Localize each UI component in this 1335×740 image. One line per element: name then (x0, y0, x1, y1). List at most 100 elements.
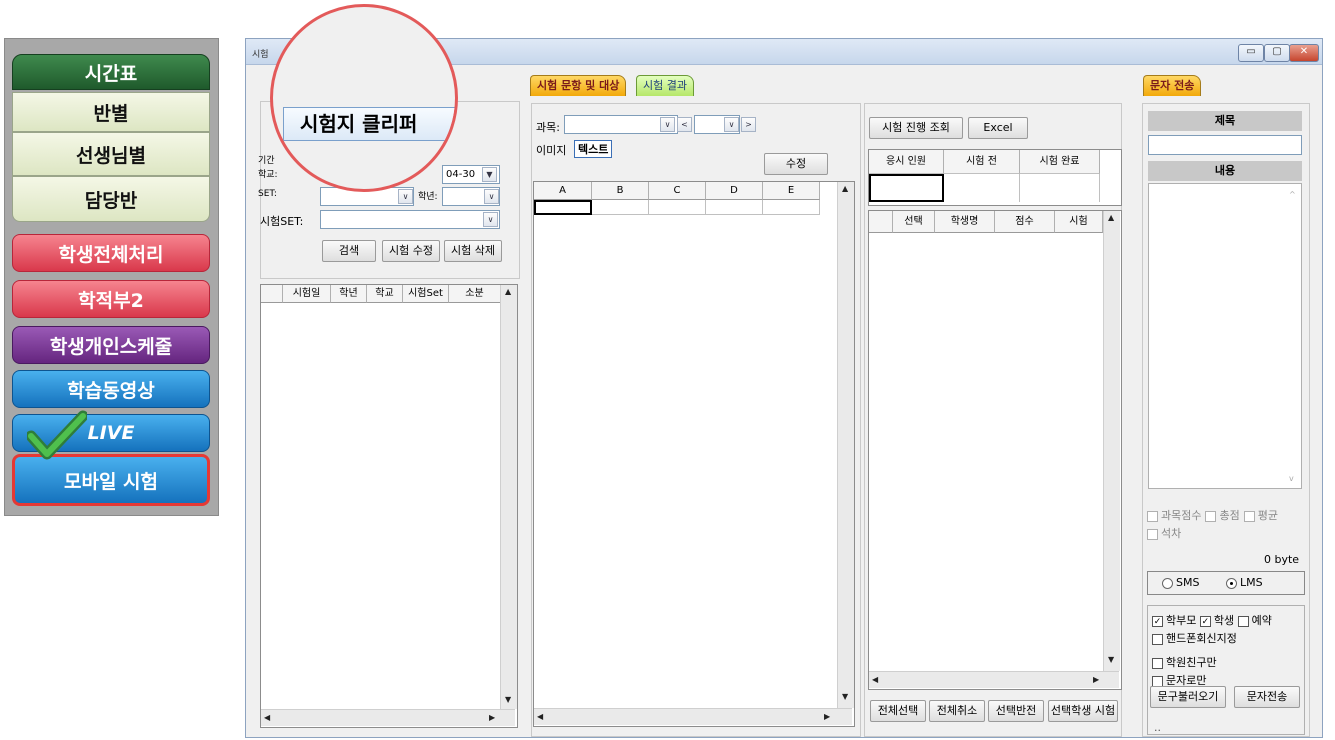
col-b[interactable]: B (592, 182, 649, 200)
menu-all-students[interactable]: 학생전체처리 (12, 234, 210, 272)
scroll-up-icon[interactable]: ▲ (842, 184, 848, 193)
col-test-date[interactable]: 시험일 (283, 285, 331, 303)
items-grid[interactable]: A B C D E ▲ ▼ ◀ ▶ (533, 181, 855, 727)
subject-dropdown[interactable]: ∨ (660, 117, 675, 132)
student-hscroll[interactable]: ◀ ▶ (869, 671, 1119, 688)
col-test[interactable]: 시험 (1055, 211, 1103, 233)
tab-sms[interactable]: 문자 전송 (1143, 75, 1202, 96)
col-d[interactable]: D (706, 182, 763, 200)
magnifier-callout: 시험지 클리퍼 (270, 4, 458, 192)
scroll-right-icon[interactable]: ▶ (824, 712, 830, 721)
student-vscroll[interactable]: ▲ ▼ (1103, 211, 1120, 671)
selected-student-test-button[interactable]: 선택학생 시험 (1048, 700, 1118, 722)
delete-test-button[interactable]: 시험 삭제 (444, 240, 502, 262)
status-query-button[interactable]: 시험 진행 조회 (869, 117, 963, 139)
attendees-cell[interactable] (869, 174, 944, 202)
vertical-scrollbar[interactable]: ▲ ▼ (500, 285, 517, 709)
end-date-dropdown[interactable]: ▼ (482, 167, 497, 182)
test-set-dropdown[interactable]: ∨ (483, 212, 498, 227)
col-select[interactable]: 선택 (893, 211, 935, 233)
tab-test-results[interactable]: 시험 결과 (636, 75, 694, 96)
subject-sub-dropdown[interactable]: ∨ (724, 117, 739, 132)
total-score-checkbox[interactable]: 총점 (1205, 507, 1240, 523)
scroll-left-icon[interactable]: ◀ (872, 675, 878, 684)
scroll-left-icon[interactable]: ◀ (264, 713, 270, 722)
select-all-button[interactable]: 전체선택 (870, 700, 926, 722)
text-mode-button[interactable]: 텍스트 (574, 140, 613, 158)
test-set-field[interactable] (320, 210, 500, 229)
selected-cell[interactable] (534, 200, 592, 215)
maximize-button[interactable]: ▢ (1264, 44, 1290, 62)
student-checkbox[interactable]: ✓ 학생 (1199, 614, 1234, 627)
scroll-right-icon[interactable]: ▶ (489, 713, 495, 722)
col-student-name[interactable]: 학생명 (935, 211, 995, 233)
score-options: 과목점수 총점 평균 석차 (1147, 507, 1307, 543)
sms-radio[interactable]: SMS (1162, 572, 1199, 594)
col-subcategory[interactable]: 소분 (449, 285, 501, 303)
edit-test-button[interactable]: 시험 수정 (382, 240, 440, 262)
average-checkbox[interactable]: 평균 (1243, 507, 1278, 523)
scroll-right-icon[interactable]: ▶ (1093, 675, 1099, 684)
sms-title-input[interactable] (1148, 135, 1302, 155)
menu-timetable[interactable]: 시간표 (12, 54, 210, 90)
cancel-all-button[interactable]: 전체취소 (929, 700, 985, 722)
menu-homeroom[interactable]: 담당반 (12, 176, 210, 222)
load-phrase-button[interactable]: 문구불러오기 (1150, 686, 1226, 708)
subject-score-checkbox[interactable]: 과목점수 (1147, 507, 1201, 523)
set-dropdown[interactable]: ∨ (398, 189, 413, 204)
send-sms-button[interactable]: 문자전송 (1234, 686, 1300, 708)
minimize-button[interactable]: ▭ (1238, 44, 1264, 62)
items-hscroll[interactable]: ◀ ▶ (534, 708, 852, 725)
lms-radio[interactable]: LMS (1226, 572, 1263, 594)
next-subject-button[interactable]: > (741, 117, 756, 132)
menu-student-record[interactable]: 학적부2 (12, 280, 210, 318)
col-c[interactable]: C (649, 182, 706, 200)
scroll-down-icon[interactable]: ▼ (1108, 655, 1114, 664)
col-e[interactable]: E (763, 182, 820, 200)
col-grade[interactable]: 학년 (331, 285, 367, 303)
col-a[interactable]: A (534, 182, 592, 200)
items-vscroll[interactable]: ▲ ▼ (837, 182, 854, 708)
test-clipper-button[interactable]: 시험지 클리퍼 (283, 107, 455, 141)
close-button[interactable]: ✕ (1289, 44, 1319, 62)
scroll-up-icon[interactable]: ▲ (1108, 213, 1114, 222)
edit-button[interactable]: 수정 (764, 153, 828, 175)
invert-selection-button[interactable]: 선택반전 (988, 700, 1044, 722)
test-list-grid[interactable]: 시험일 학년 학교 시험Set 소분 ▲ ▼ ◀ ▶ (260, 284, 518, 728)
menu-study-video[interactable]: 학습동영상 (12, 370, 210, 408)
scroll-up-icon[interactable]: ^ (1289, 190, 1296, 199)
scroll-down-icon[interactable]: v (1289, 474, 1294, 483)
items-row[interactable] (592, 200, 820, 215)
search-button[interactable]: 검색 (322, 240, 376, 262)
tab-test-items[interactable]: 시험 문항 및 대상 (530, 75, 627, 96)
col-attendees: 응시 인원 (869, 150, 944, 174)
scroll-up-icon[interactable]: ▲ (505, 287, 511, 296)
image-mode-label[interactable]: 이미지 (536, 142, 566, 158)
before-test-cell[interactable] (944, 174, 1020, 202)
menu-mobile-test[interactable]: 모바일 시험 (12, 454, 210, 506)
test-set-label: 시험SET: (260, 215, 304, 228)
menu-by-class[interactable]: 반별 (12, 92, 210, 132)
excel-button[interactable]: Excel (968, 117, 1028, 139)
menu-personal-schedule[interactable]: 학생개인스케줄 (12, 326, 210, 364)
sms-content-textarea[interactable]: ^ v (1148, 183, 1302, 489)
col-test-set[interactable]: 시험Set (403, 285, 449, 303)
grade-dropdown[interactable]: ∨ (484, 189, 499, 204)
scroll-left-icon[interactable]: ◀ (537, 712, 543, 721)
student-grid[interactable]: 선택 학생명 점수 시험 ▲ ▼ ◀ ▶ (868, 210, 1122, 690)
test-done-cell[interactable] (1020, 174, 1100, 202)
col-score[interactable]: 점수 (995, 211, 1055, 233)
rank-checkbox[interactable]: 석차 (1147, 525, 1307, 541)
horizontal-scrollbar[interactable]: ◀ ▶ (261, 709, 515, 726)
set-label: SET: (258, 189, 277, 199)
col-school[interactable]: 학교 (367, 285, 403, 303)
prev-subject-button[interactable]: < (677, 117, 692, 132)
scroll-down-icon[interactable]: ▼ (842, 692, 848, 701)
phone-designate-checkbox[interactable]: 핸드폰회신지정 (1152, 630, 1304, 646)
scroll-down-icon[interactable]: ▼ (505, 695, 511, 704)
reserve-checkbox[interactable]: 예약 (1237, 614, 1272, 627)
academy-friend-checkbox[interactable]: 학원친구만 (1152, 654, 1304, 670)
status-grid: 응시 인원 시험 전 시험 완료 (868, 149, 1122, 206)
menu-by-teacher[interactable]: 선생님별 (12, 132, 210, 176)
parent-checkbox[interactable]: ✓ 학부모 (1152, 614, 1196, 627)
